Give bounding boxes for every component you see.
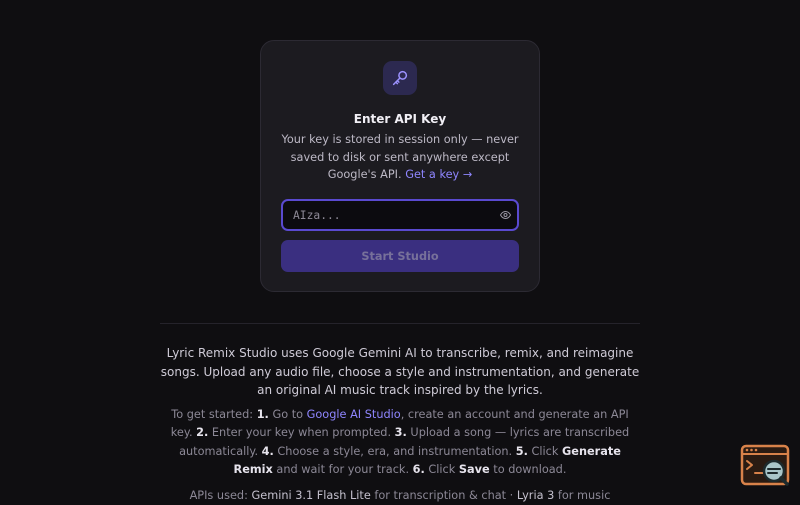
get-key-link[interactable]: Get a key → <box>405 168 472 181</box>
step-text: Go to <box>272 408 304 421</box>
step-text: Enter your key when prompted. <box>211 426 392 440</box>
step-number: 6. <box>412 462 425 476</box>
step-action: Save <box>458 462 490 476</box>
key-icon <box>383 61 417 95</box>
steps-lead: To get started: <box>171 408 254 421</box>
step-number: 3. <box>394 426 407 440</box>
intro-text: Lyric Remix Studio uses Google Gemini AI… <box>160 346 640 397</box>
getting-started-steps: To get started: 1. Go to Google AI Studi… <box>160 406 640 479</box>
step-text: Click <box>531 444 559 458</box>
model-name: Gemini 3.1 Flash Lite <box>251 489 371 502</box>
api-key-input[interactable] <box>283 201 517 229</box>
step-number: 2. <box>196 426 209 440</box>
eye-icon[interactable] <box>499 210 511 220</box>
card-description-text: Your key is stored in session only — nev… <box>281 133 519 181</box>
card-title: Enter API Key <box>353 112 447 126</box>
divider <box>160 323 640 324</box>
step-text: to download. <box>493 462 567 476</box>
step-number: 4. <box>261 444 274 458</box>
step-text: Click <box>428 462 456 476</box>
step-number: 5. <box>515 444 528 458</box>
apis-used: APIs used: Gemini 3.1 Flash Lite for tra… <box>160 487 640 505</box>
step-number: 1. <box>256 408 269 421</box>
model-name: Lyria 3 <box>516 489 555 502</box>
model-use: for transcription & chat · <box>374 489 514 502</box>
step-text: Choose a style, era, and instrumentation… <box>277 444 513 458</box>
api-key-card: Enter API Key Your key is stored in sess… <box>260 40 540 292</box>
card-description: Your key is stored in session only — nev… <box>275 131 525 184</box>
api-key-field <box>281 199 519 231</box>
model-use: for music <box>557 489 611 502</box>
code-search-icon[interactable] <box>740 444 792 488</box>
step-text: and wait for your track. <box>276 462 410 476</box>
start-studio-button[interactable]: Start Studio <box>281 240 519 272</box>
apis-lead: APIs used: <box>189 489 248 502</box>
google-ai-studio-link[interactable]: Google AI Studio <box>307 408 401 421</box>
